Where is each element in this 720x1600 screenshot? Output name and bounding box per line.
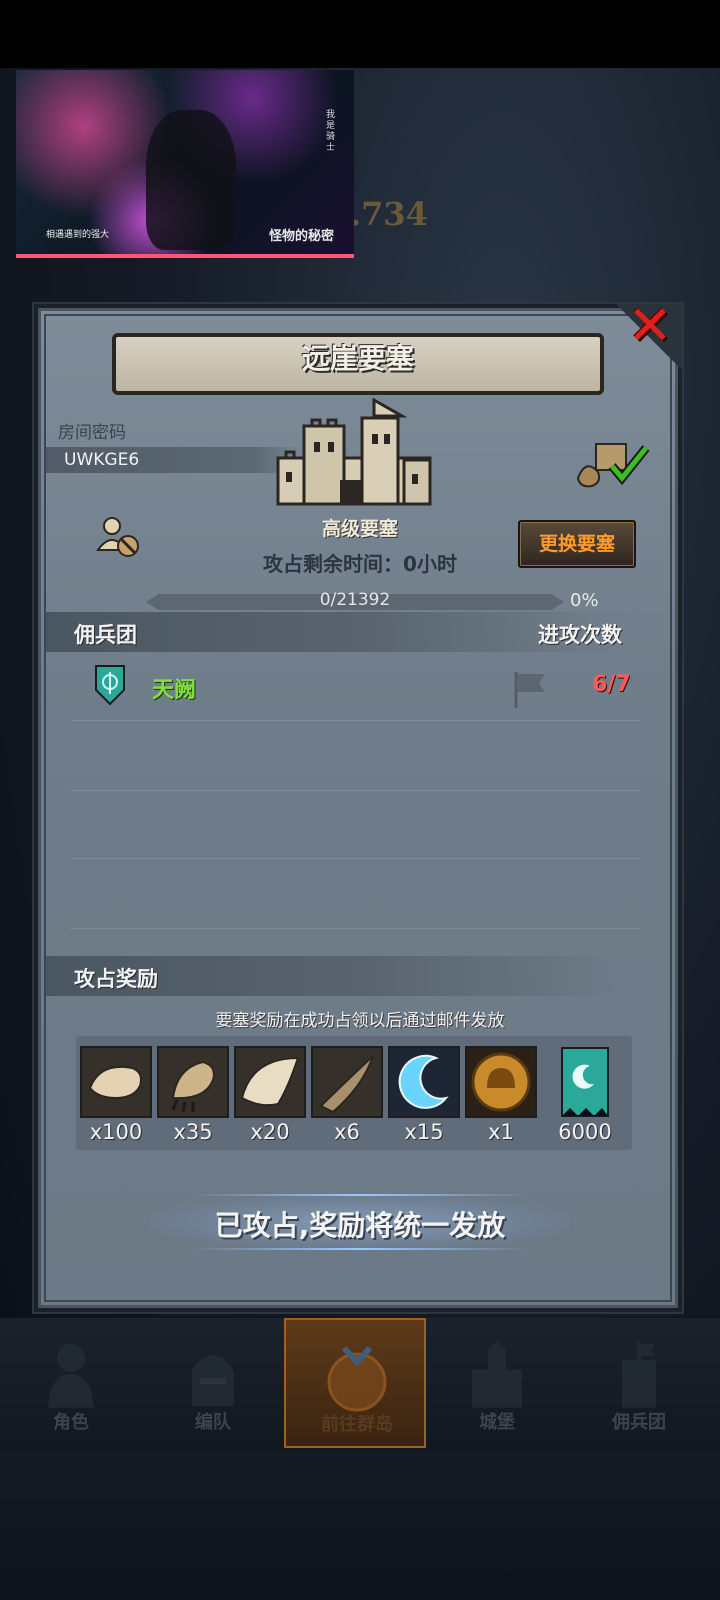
claw-icon[interactable] (157, 1046, 229, 1118)
claimed-status-text: 已攻占,奖励将统一发放 (214, 1209, 506, 1242)
reward-header: 攻占奖励 (74, 967, 158, 991)
room-code-label: 房间密码 (58, 423, 126, 443)
fortress-castle-icon (276, 398, 432, 506)
nav-label: 佣兵团 (612, 1412, 666, 1433)
bottom-background (0, 1450, 720, 1600)
horn-icon[interactable] (311, 1046, 383, 1118)
row-divider (70, 928, 640, 929)
attack-count-header: 进攻次数 (538, 623, 622, 647)
video-figure (146, 110, 236, 250)
castle-icon (472, 1340, 522, 1408)
status-bar (0, 0, 720, 68)
islands-icon (327, 1345, 387, 1412)
capture-progress-percent: 0% (570, 590, 599, 611)
room-code-value: UWKGE6 (46, 447, 304, 473)
nav-label: 城堡 (479, 1412, 515, 1433)
nav-castle[interactable]: 城堡 (426, 1318, 568, 1448)
mercenary-icon (622, 1342, 656, 1408)
user-blocked-icon[interactable] (96, 516, 142, 562)
close-x-icon[interactable]: ✕ (624, 299, 676, 353)
reward-qty: x15 (404, 1120, 444, 1144)
row-divider (70, 790, 640, 791)
flag-icon (514, 672, 545, 708)
reward-note: 要塞奖励在成功占领以后通过邮件发放 (215, 1011, 505, 1031)
guild-attack-count: 6/7 (592, 672, 631, 697)
formation-icon (192, 1355, 234, 1406)
nav-label: 角色 (53, 1412, 89, 1433)
guild-emblem-icon (95, 665, 125, 706)
video-logo: 怪物的秘密 (268, 229, 334, 244)
video-caption: 相遇遇到的强大 (46, 230, 110, 240)
dialog-title: 远崖要塞 (112, 333, 604, 395)
nav-mercenary[interactable]: 佣兵团 (568, 1318, 710, 1448)
character-icon (48, 1344, 94, 1408)
helmet-coin-icon[interactable] (465, 1046, 537, 1118)
fur-pelt-icon[interactable] (80, 1046, 152, 1118)
change-fortress-button[interactable]: 更换要塞 (518, 520, 636, 568)
video-progress-bar (16, 254, 354, 258)
nav-formation[interactable]: 编队 (142, 1318, 284, 1448)
reward-qty: x6 (334, 1120, 360, 1144)
supplies-check-icon[interactable] (574, 440, 654, 488)
row-divider (70, 858, 640, 859)
reward-qty: 6000 (558, 1120, 612, 1144)
capture-progress-text: 0/21392 (319, 590, 391, 610)
video-overlay[interactable]: 我是骑士 相遇遇到的强大 怪物的秘密 (16, 70, 354, 258)
row-divider (70, 720, 640, 721)
nav-label: 编队 (195, 1412, 231, 1433)
reward-qty: x35 (173, 1120, 213, 1144)
wing-icon[interactable] (234, 1046, 306, 1118)
mercenary-header: 佣兵团 (74, 623, 137, 647)
crescent-icon[interactable] (388, 1046, 460, 1118)
reward-qty: x20 (250, 1120, 290, 1144)
nav-islands[interactable]: 前往群岛 (284, 1318, 426, 1448)
guild-name[interactable]: 天阙 (152, 672, 196, 704)
nav-character[interactable]: 角色 (0, 1318, 142, 1448)
nav-label: 前往群岛 (321, 1414, 393, 1435)
background-number: .734 (350, 195, 428, 233)
reward-qty: x1 (488, 1120, 514, 1144)
video-vertical-text: 我是骑士 (326, 110, 336, 153)
guild-banner-icon[interactable] (560, 1046, 610, 1118)
reward-qty: x100 (89, 1120, 143, 1144)
